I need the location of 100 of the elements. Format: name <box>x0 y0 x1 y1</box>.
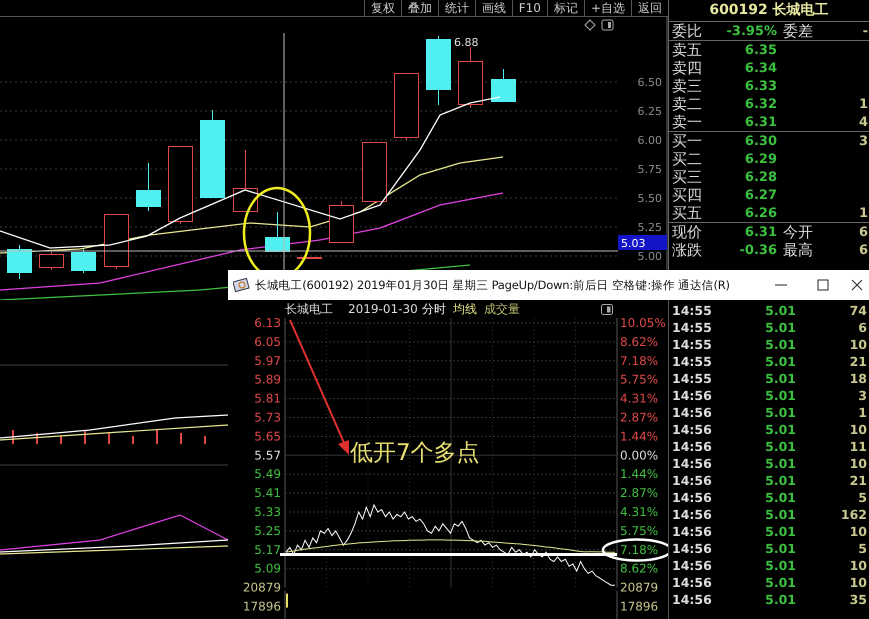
trade-price: 5.01 <box>764 456 796 471</box>
trade-price: 5.01 <box>764 558 796 573</box>
order-volume: 3 <box>858 134 869 149</box>
price-axis-label: 5.73 <box>254 410 281 424</box>
percent-axis-label: 8.62% <box>620 334 658 349</box>
trade-price: 5.01 <box>764 524 796 539</box>
candlestick <box>104 214 129 270</box>
trade-volume: 11 <box>848 439 868 454</box>
price-axis-label: 5.49 <box>254 467 281 482</box>
trade-price: 5.01 <box>764 388 796 403</box>
field-value: 6 <box>858 225 869 240</box>
trade-time: 14:56 <box>671 439 713 454</box>
order-level-label: 卖五 <box>671 41 703 60</box>
trade-volume: 1 <box>857 405 868 420</box>
percent-axis-label: 5.75% <box>620 524 658 538</box>
crosshair-price-label: 5.03 <box>618 235 667 250</box>
price-axis-label: 5.25 <box>638 221 662 234</box>
panel-toggle-icon[interactable] <box>602 20 614 30</box>
trade-volume: 5 <box>857 541 868 556</box>
trade-time: 14:56 <box>671 575 713 590</box>
candlestick <box>7 244 32 280</box>
trade-volume: 21 <box>848 473 868 488</box>
trade-time: 14:55 <box>671 371 713 386</box>
trade-price: 5.01 <box>764 303 796 318</box>
annotation-text: 低开7个多点 <box>350 440 480 466</box>
price-axis-label: 5.33 <box>254 505 281 519</box>
trade-price: 5.01 <box>764 337 796 352</box>
trade-time: 14:55 <box>671 354 713 369</box>
order-level-label: 买二 <box>671 150 703 169</box>
price-axis-label: 5.17 <box>254 542 281 557</box>
field-value: 6 <box>858 243 869 258</box>
trade-time: 14:56 <box>671 490 713 505</box>
price-axis-label: 5.25 <box>254 524 281 538</box>
price-axis-label: 6.05 <box>254 334 281 349</box>
price-value: 6.31 <box>744 225 777 240</box>
order-level-label: 买一 <box>671 132 703 151</box>
trade-price: 5.01 <box>764 320 796 335</box>
diamond-icon[interactable] <box>584 19 596 31</box>
order-level-label: 卖三 <box>671 77 703 96</box>
trade-time: 14:56 <box>671 405 713 420</box>
volume-axis-label: 20879 <box>242 580 281 595</box>
trade-price: 5.01 <box>764 439 796 454</box>
trade-time: 14:56 <box>671 524 713 539</box>
trade-volume: 6 <box>857 320 868 335</box>
price-axis-label: 5.57 <box>254 448 281 462</box>
trade-volume: 21 <box>848 354 868 369</box>
price-value: 6.33 <box>744 79 777 94</box>
price-axis-label: 6.13 <box>254 318 281 330</box>
trade-time: 14:56 <box>671 592 713 607</box>
trade-volume: 162 <box>840 507 868 522</box>
price-value: -0.36 <box>738 243 777 258</box>
price-value: 6.32 <box>744 97 777 112</box>
trade-price: 5.01 <box>764 592 796 607</box>
trade-time: 14:56 <box>671 422 713 437</box>
percent-axis-label: 1.44% <box>620 467 658 482</box>
candlestick <box>329 200 354 244</box>
trade-time: 14:56 <box>671 541 713 556</box>
percent-axis-label: 4.31% <box>620 505 658 519</box>
trade-volume: 10 <box>848 575 868 590</box>
order-level-label: 买五 <box>671 204 703 223</box>
field-label: 委比 <box>671 22 703 41</box>
trade-price: 5.01 <box>764 490 796 505</box>
candlestick <box>71 248 96 274</box>
order-level-label: 卖二 <box>671 95 703 114</box>
price-value: 6.30 <box>744 134 777 149</box>
trade-price: 5.01 <box>764 405 796 420</box>
candlestick <box>426 36 451 106</box>
candlestick <box>297 256 322 260</box>
order-level-label: 买四 <box>671 186 703 205</box>
trade-time: 14:55 <box>671 303 713 318</box>
candlestick <box>394 72 419 140</box>
series-legend: 均线 <box>452 300 477 318</box>
field-label: 涨跌 <box>671 241 703 260</box>
percent-axis-label: 17896 <box>620 600 658 614</box>
price-axis-label: 5.81 <box>254 392 281 406</box>
trade-time: 14:55 <box>671 320 713 335</box>
trade-volume: 35 <box>848 592 868 607</box>
stock-title: 600192 长城电工 <box>669 0 869 22</box>
window-title: 长城电工(600192) 2019年01月30日 星期三 PageUp/Down:前后日 空格键:操作 通达信(R) <box>255 278 730 292</box>
trade-time: 14:56 <box>671 558 713 573</box>
trade-time: 14:55 <box>671 337 713 352</box>
volume-legend: 成交量 <box>484 300 520 318</box>
trade-volume: 5 <box>857 490 868 505</box>
percent-axis-label: 1.44% <box>620 429 658 444</box>
trade-time: 14:56 <box>671 456 713 471</box>
price-axis-label: 6.25 <box>638 105 662 118</box>
price-value: 6.31 <box>744 115 777 130</box>
candlestick <box>458 46 483 108</box>
percent-axis-label: 2.87% <box>620 410 658 424</box>
maximize-icon <box>817 279 829 291</box>
price-axis-label: 5.89 <box>254 372 281 387</box>
volume-axis-label: 17896 <box>242 600 281 614</box>
trade-volume: 18 <box>848 371 868 386</box>
candlestick <box>39 252 64 270</box>
close-icon <box>851 279 863 291</box>
chart-date: 2019-01-30 <box>348 302 418 316</box>
price-value: 6.28 <box>744 170 777 185</box>
panel-toggle-icon[interactable] <box>601 304 613 315</box>
price-axis-label: 6.50 <box>638 76 662 89</box>
field-label: 委差 <box>782 22 814 41</box>
